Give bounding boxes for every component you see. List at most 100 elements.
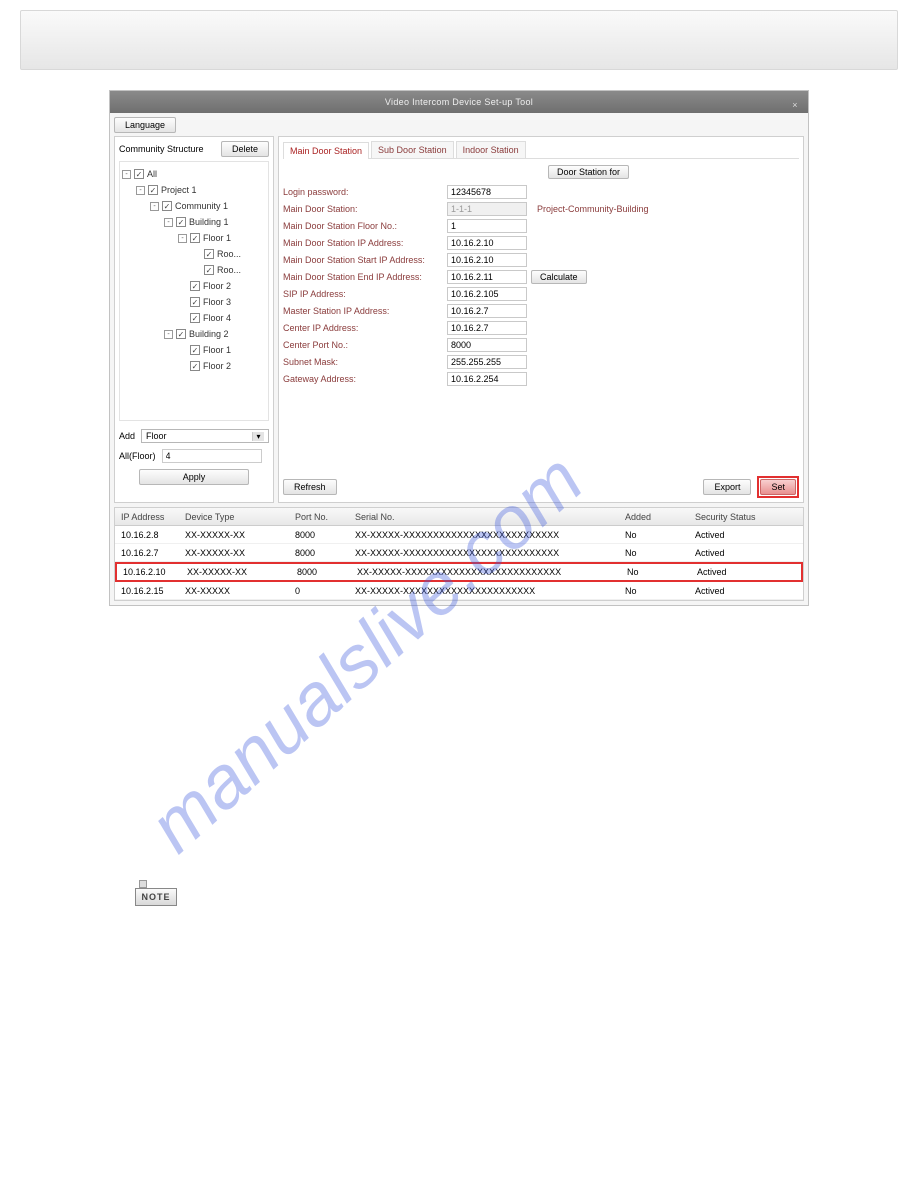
window-title: Video Intercom Device Set-up Tool [385, 97, 533, 107]
column-header[interactable]: Serial No. [355, 512, 625, 522]
calculate-button[interactable]: Calculate [531, 270, 587, 284]
form-input[interactable] [447, 219, 527, 233]
chevron-down-icon: ▾ [252, 432, 264, 441]
delete-button[interactable]: Delete [221, 141, 269, 157]
checkbox-icon[interactable]: ✓ [148, 185, 158, 195]
tab-main-door-station[interactable]: Main Door Station [283, 142, 369, 159]
cell: Actived [695, 530, 803, 540]
tree-label: Community 1 [175, 201, 228, 211]
table-row[interactable]: 10.16.2.15XX-XXXXX0XX-XXXXX-XXXXXXXXXXXX… [115, 582, 803, 600]
count-input[interactable] [162, 449, 262, 463]
tree-node[interactable]: -✓All [122, 166, 266, 182]
door-station-for-button[interactable]: Door Station for [548, 165, 629, 179]
form-input[interactable] [447, 321, 527, 335]
form-label: Main Door Station Floor No.: [283, 221, 443, 231]
form-input[interactable] [447, 372, 527, 386]
form-label: Center IP Address: [283, 323, 443, 333]
tree-node[interactable]: ✓Floor 2 [122, 278, 266, 294]
cell: No [625, 586, 695, 596]
language-button[interactable]: Language [114, 117, 176, 133]
form-input[interactable] [447, 287, 527, 301]
checkbox-icon[interactable]: ✓ [162, 201, 172, 211]
tree-node[interactable]: -✓Floor 1 [122, 230, 266, 246]
set-button[interactable]: Set [760, 479, 796, 495]
form-label: SIP IP Address: [283, 289, 443, 299]
cell: Actived [695, 586, 803, 596]
refresh-button[interactable]: Refresh [283, 479, 337, 495]
tree-node[interactable]: -✓Building 1 [122, 214, 266, 230]
tab-sub-door-station[interactable]: Sub Door Station [371, 141, 454, 158]
add-type-select[interactable]: Floor ▾ [141, 429, 269, 443]
structure-tree[interactable]: -✓All-✓Project 1-✓Community 1-✓Building … [119, 161, 269, 421]
cell: No [627, 567, 697, 577]
tree-label: Project 1 [161, 185, 197, 195]
tree-node[interactable]: ✓Floor 3 [122, 294, 266, 310]
cell: XX-XXXXX [185, 586, 295, 596]
toggle-icon[interactable]: - [122, 170, 131, 179]
form-input[interactable] [447, 270, 527, 284]
cell: 10.16.2.8 [115, 530, 185, 540]
form-label: Gateway Address: [283, 374, 443, 384]
table-row[interactable]: 10.16.2.8XX-XXXXX-XX8000XX-XXXXX-XXXXXXX… [115, 526, 803, 544]
column-header[interactable]: Added [625, 512, 695, 522]
add-label: Add [119, 431, 135, 441]
tree-node[interactable]: -✓Building 2 [122, 326, 266, 342]
toggle-icon[interactable]: - [164, 330, 173, 339]
tab-indoor-station[interactable]: Indoor Station [456, 141, 526, 158]
grid-header: IP AddressDevice TypePort No.Serial No.A… [115, 508, 803, 526]
apply-button[interactable]: Apply [139, 469, 249, 485]
toggle-icon[interactable]: - [136, 186, 145, 195]
checkbox-icon[interactable]: ✓ [190, 281, 200, 291]
count-label: All(Floor) [119, 451, 156, 461]
checkbox-icon[interactable]: ✓ [190, 361, 200, 371]
table-row[interactable]: 10.16.2.10XX-XXXXX-XX8000XX-XXXXX-XXXXXX… [115, 562, 803, 582]
table-row[interactable]: 10.16.2.7XX-XXXXX-XX8000XX-XXXXX-XXXXXXX… [115, 544, 803, 562]
checkbox-icon[interactable]: ✓ [190, 345, 200, 355]
cell: 8000 [295, 548, 355, 558]
checkbox-icon[interactable]: ✓ [176, 217, 186, 227]
tree-label: Roo... [217, 249, 241, 259]
checkbox-icon[interactable]: ✓ [190, 313, 200, 323]
cell: 10.16.2.10 [117, 567, 187, 577]
toggle-icon[interactable]: - [150, 202, 159, 211]
tree-node[interactable]: ✓Floor 4 [122, 310, 266, 326]
close-icon[interactable]: × [788, 94, 802, 108]
column-header[interactable]: Port No. [295, 512, 355, 522]
tree-node[interactable]: ✓Roo... [122, 246, 266, 262]
tree-label: Building 1 [189, 217, 229, 227]
tree-node[interactable]: -✓Project 1 [122, 182, 266, 198]
toggle-icon[interactable]: - [164, 218, 173, 227]
tree-node[interactable]: ✓Floor 1 [122, 342, 266, 358]
checkbox-icon[interactable]: ✓ [176, 329, 186, 339]
toggle-icon[interactable]: - [178, 234, 187, 243]
export-button[interactable]: Export [703, 479, 751, 495]
column-header[interactable]: IP Address [115, 512, 185, 522]
form-input[interactable] [447, 253, 527, 267]
form-input[interactable] [447, 355, 527, 369]
checkbox-icon[interactable]: ✓ [204, 249, 214, 259]
device-grid: IP AddressDevice TypePort No.Serial No.A… [114, 507, 804, 601]
form-hint: Project-Community-Building [537, 204, 649, 214]
tree-node[interactable]: ✓Roo... [122, 262, 266, 278]
form-input[interactable] [447, 236, 527, 250]
tree-label: All [147, 169, 157, 179]
form-input[interactable] [447, 338, 527, 352]
cell: XX-XXXXX-XXXXXXXXXXXXXXXXXXXXXXXXXX [357, 567, 627, 577]
form-area: Login password:Main Door Station:Project… [283, 185, 799, 386]
form-input [447, 202, 527, 216]
tree-node[interactable]: -✓Community 1 [122, 198, 266, 214]
form-input[interactable] [447, 185, 527, 199]
form-input[interactable] [447, 304, 527, 318]
cell: XX-XXXXX-XX [187, 567, 297, 577]
checkbox-icon[interactable]: ✓ [190, 233, 200, 243]
form-label: Main Door Station IP Address: [283, 238, 443, 248]
column-header[interactable]: Security Status [695, 512, 803, 522]
column-header[interactable]: Device Type [185, 512, 295, 522]
tree-label: Floor 2 [203, 281, 231, 291]
form-label: Subnet Mask: [283, 357, 443, 367]
checkbox-icon[interactable]: ✓ [190, 297, 200, 307]
tree-node[interactable]: ✓Floor 2 [122, 358, 266, 374]
checkbox-icon[interactable]: ✓ [134, 169, 144, 179]
checkbox-icon[interactable]: ✓ [204, 265, 214, 275]
cell: XX-XXXXX-XX [185, 548, 295, 558]
